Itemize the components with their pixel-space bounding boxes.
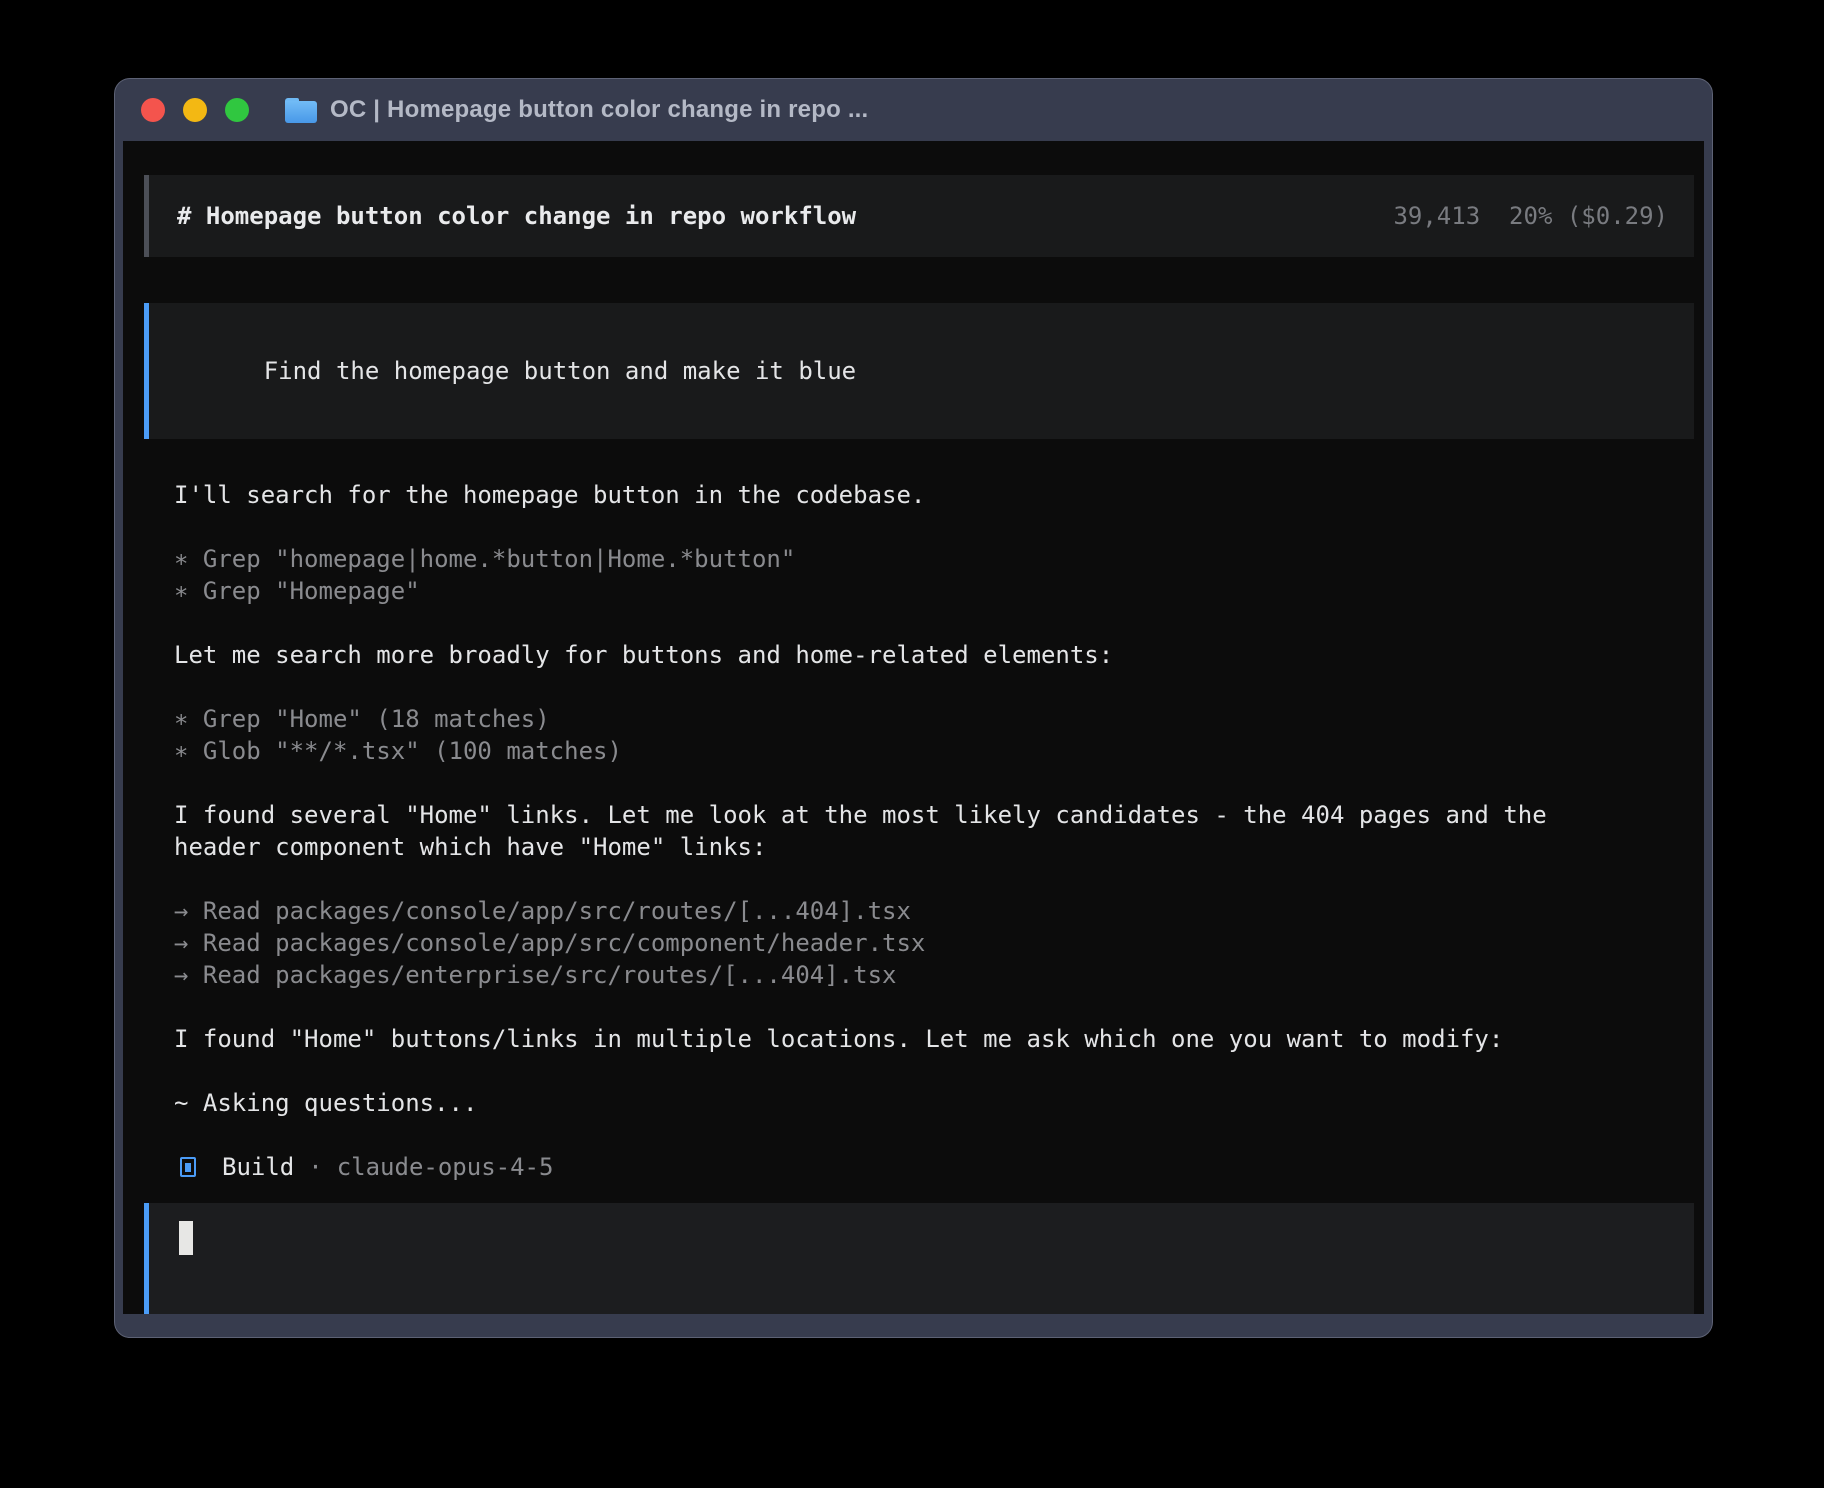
- conversation: I'll search for the homepage button in t…: [144, 463, 1694, 1119]
- tool-call-line: ∗ Grep "Homepage": [174, 575, 1694, 607]
- window-title: OC | Homepage button color change in rep…: [330, 96, 868, 124]
- close-button[interactable]: [141, 98, 165, 122]
- tool-call-line: → Read packages/enterprise/src/routes/[.…: [174, 959, 1694, 991]
- assistant-message-line: Let me search more broadly for buttons a…: [174, 639, 1694, 671]
- tool-call-line: ∗ Grep "Home" (18 matches): [174, 703, 1694, 735]
- user-message-text: Find the homepage button and make it blu…: [264, 357, 856, 385]
- minimize-button[interactable]: [183, 98, 207, 122]
- zoom-button[interactable]: [225, 98, 249, 122]
- assistant-message-line: header component which have "Home" links…: [174, 831, 1694, 863]
- tool-call-line: → Read packages/console/app/src/componen…: [174, 927, 1694, 959]
- prompt-input[interactable]: BuildClaude Opus 4.5OpenCode Zen: [144, 1203, 1694, 1314]
- folder-icon: [285, 98, 317, 123]
- window-titlebar[interactable]: OC | Homepage button color change in rep…: [115, 79, 1712, 141]
- session-header: # Homepage button color change in repo w…: [144, 175, 1694, 257]
- user-message: Find the homepage button and make it blu…: [144, 303, 1694, 439]
- assistant-message-line: I'll search for the homepage button in t…: [174, 479, 1694, 511]
- assistant-message-line: I found several "Home" links. Let me loo…: [174, 799, 1694, 831]
- model-id: claude-opus-4-5: [337, 1153, 554, 1181]
- terminal-window: OC | Homepage button color change in rep…: [114, 78, 1713, 1338]
- assistant-status-line: ~ Asking questions...: [174, 1087, 1694, 1119]
- text-cursor[interactable]: [179, 1221, 193, 1255]
- agent-build-icon: [180, 1157, 196, 1177]
- agent-name: Build: [222, 1153, 294, 1181]
- input-status-row: BuildClaude Opus 4.5OpenCode Zen: [179, 1283, 1664, 1314]
- terminal-content: # Homepage button color change in repo w…: [123, 141, 1704, 1314]
- tool-call-line: → Read packages/console/app/src/routes/[…: [174, 895, 1694, 927]
- traffic-lights: [141, 98, 249, 122]
- tool-call-line: ∗ Glob "**/*.tsx" (100 matches): [174, 735, 1694, 767]
- assistant-message-line: I found "Home" buttons/links in multiple…: [174, 1023, 1694, 1055]
- session-title: # Homepage button color change in repo w…: [177, 202, 856, 230]
- session-stats: 39,413 20% ($0.29): [1393, 202, 1668, 230]
- separator-dot: ·: [308, 1153, 322, 1181]
- agent-status-line: Build · claude-opus-4-5: [180, 1151, 1694, 1183]
- tool-call-line: ∗ Grep "homepage|home.*button|Home.*butt…: [174, 543, 1694, 575]
